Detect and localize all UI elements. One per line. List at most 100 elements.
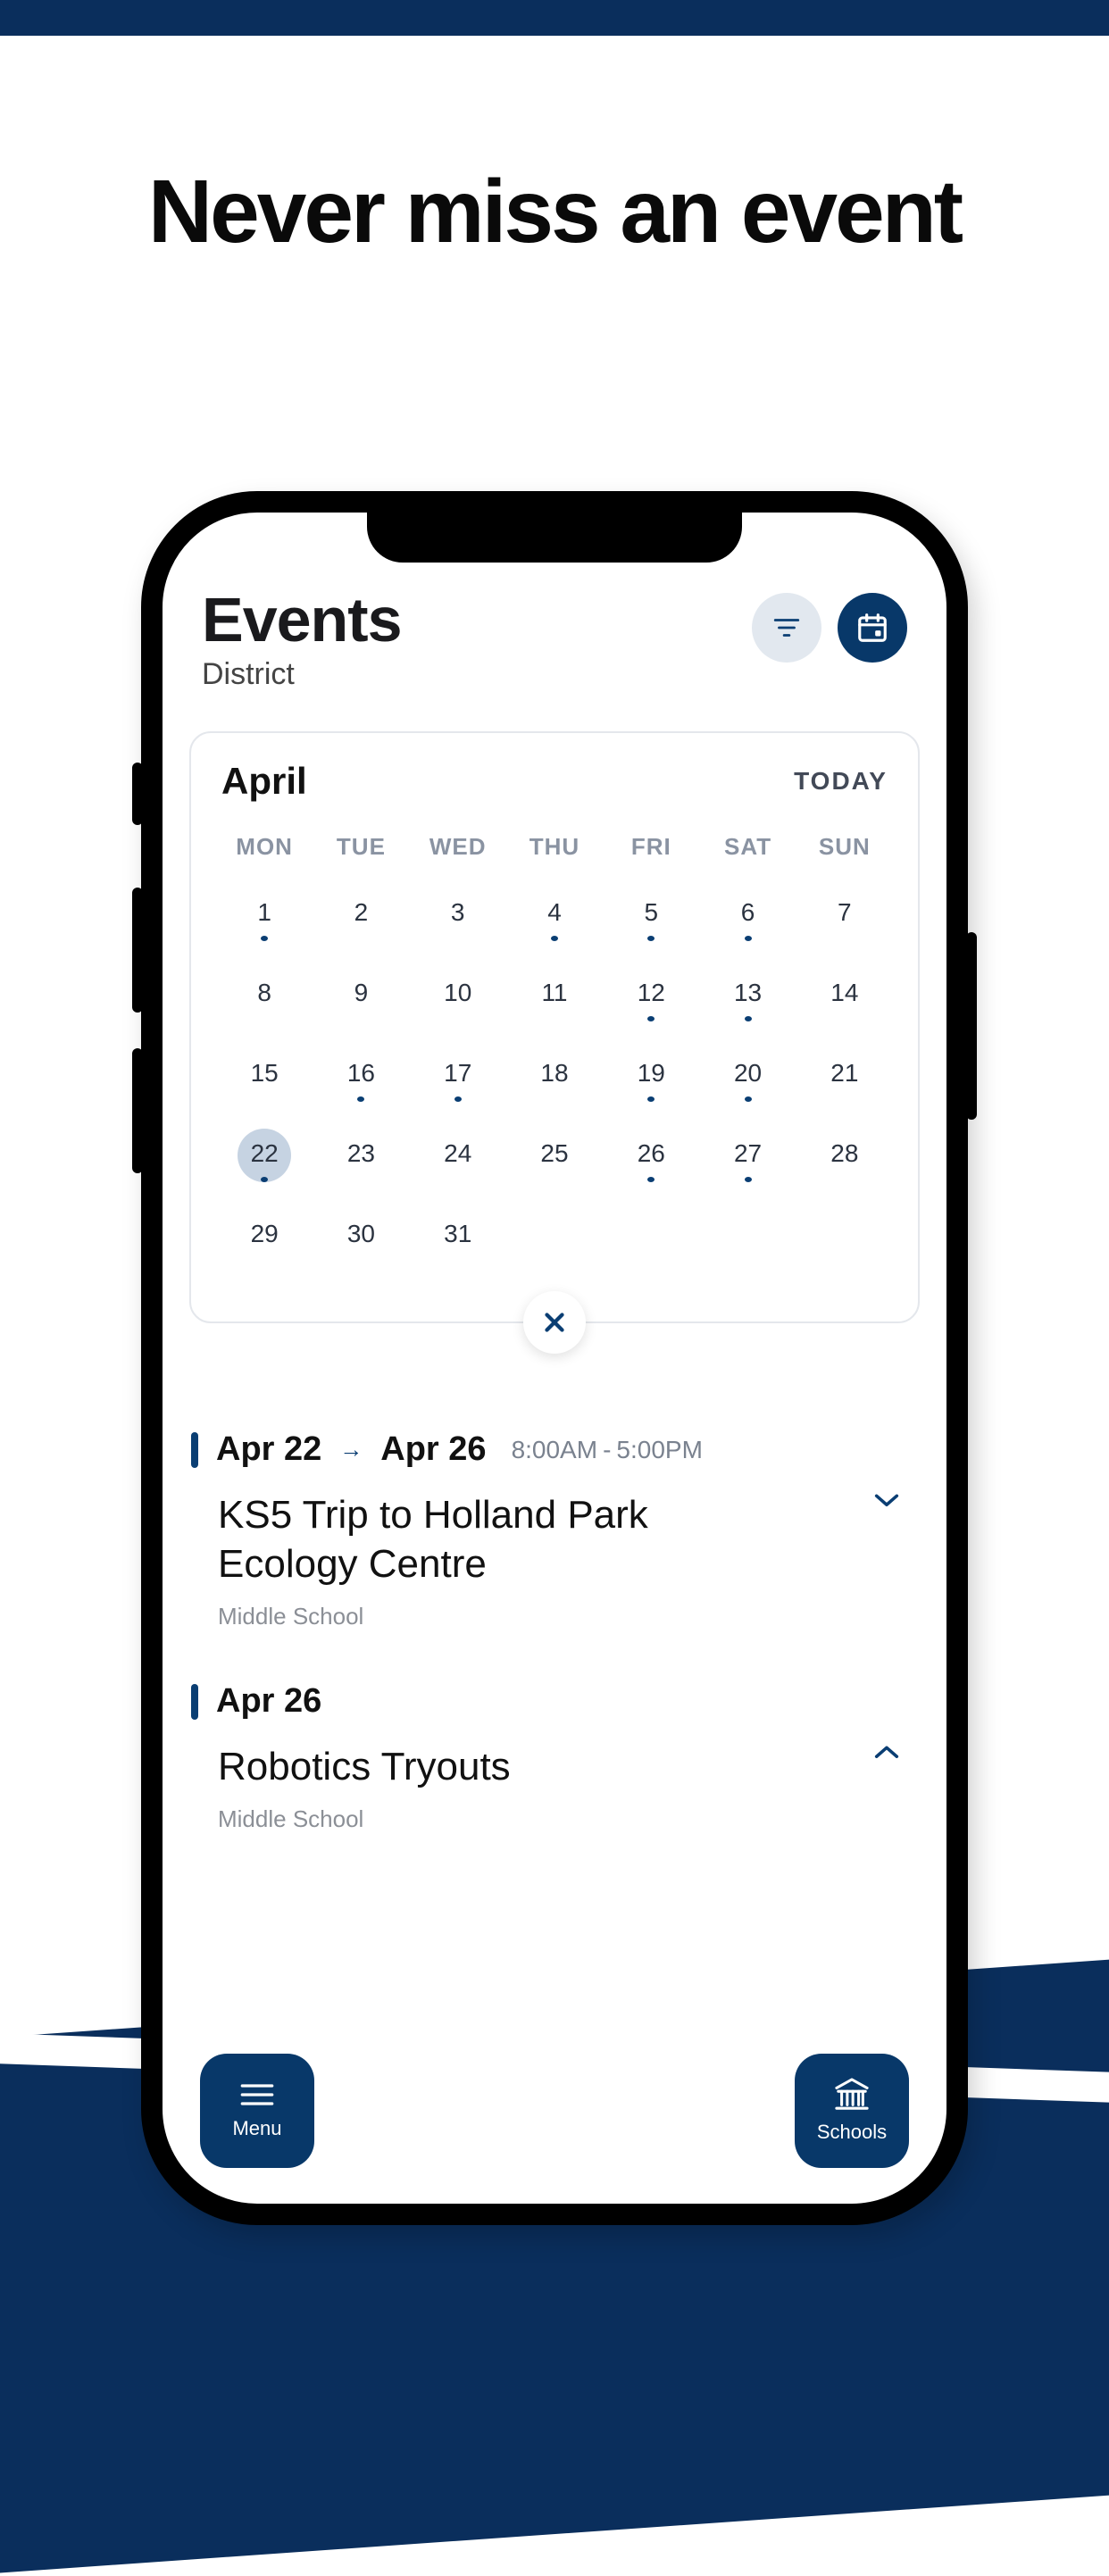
screen-header: Events District xyxy=(189,584,920,692)
calendar-day[interactable]: 2 xyxy=(313,877,409,957)
calendar-day[interactable]: 28 xyxy=(796,1118,893,1198)
calendar-day[interactable]: 25 xyxy=(506,1118,603,1198)
day-number: 7 xyxy=(838,898,852,927)
calendar-day[interactable]: 4 xyxy=(506,877,603,957)
phone-frame: Events District xyxy=(141,491,968,2225)
event-item[interactable]: Apr 22→Apr 268:00AM-5:00PMKS5 Trip to Ho… xyxy=(191,1430,918,1630)
calendar-day[interactable]: 18 xyxy=(506,1038,603,1118)
event-dot xyxy=(647,1096,655,1102)
day-number: 14 xyxy=(830,979,858,1007)
schools-button[interactable]: Schools xyxy=(795,2054,909,2168)
weekday-label: MON xyxy=(216,821,313,877)
event-dot xyxy=(261,936,268,941)
calendar-day[interactable]: 26 xyxy=(603,1118,699,1198)
event-dot xyxy=(745,1016,752,1021)
event-dot xyxy=(261,1177,268,1182)
calendar-day[interactable]: 23 xyxy=(313,1118,409,1198)
day-number: 23 xyxy=(347,1139,375,1168)
day-number: 26 xyxy=(638,1139,665,1168)
calendar-day xyxy=(699,1198,796,1279)
filter-button[interactable] xyxy=(752,593,821,663)
calendar-icon xyxy=(855,611,889,645)
event-time: 8:00AM-5:00PM xyxy=(512,1436,703,1464)
day-number: 22 xyxy=(251,1139,279,1168)
calendar-day[interactable]: 15 xyxy=(216,1038,313,1118)
chevron-down-icon[interactable] xyxy=(871,1492,902,1510)
event-dot xyxy=(647,1016,655,1021)
calendar-day[interactable]: 16 xyxy=(313,1038,409,1118)
event-date-start: Apr 22 xyxy=(216,1430,321,1469)
calendar-day xyxy=(796,1198,893,1279)
day-number: 17 xyxy=(444,1059,471,1088)
day-number: 21 xyxy=(830,1059,858,1088)
calendar-day[interactable]: 21 xyxy=(796,1038,893,1118)
menu-label: Menu xyxy=(232,2117,281,2140)
calendar-day[interactable]: 9 xyxy=(313,957,409,1038)
calendar-day[interactable]: 11 xyxy=(506,957,603,1038)
calendar-day[interactable]: 12 xyxy=(603,957,699,1038)
collapse-calendar-button[interactable] xyxy=(523,1291,586,1354)
weekday-label: FRI xyxy=(603,821,699,877)
day-number: 12 xyxy=(638,979,665,1007)
event-dot xyxy=(551,936,558,941)
calendar-day[interactable]: 27 xyxy=(699,1118,796,1198)
calendar-day[interactable]: 1 xyxy=(216,877,313,957)
calendar-day[interactable]: 31 xyxy=(410,1198,506,1279)
calendar-day[interactable]: 29 xyxy=(216,1198,313,1279)
day-number: 18 xyxy=(540,1059,568,1088)
hamburger-icon xyxy=(239,2081,275,2108)
weekday-label: TUE xyxy=(313,821,409,877)
calendar-day[interactable]: 5 xyxy=(603,877,699,957)
calendar-day xyxy=(506,1198,603,1279)
building-icon xyxy=(831,2078,872,2112)
calendar-day[interactable]: 17 xyxy=(410,1038,506,1118)
calendar-weekday-row: MONTUEWEDTHUFRISATSUN xyxy=(216,821,893,877)
day-number: 25 xyxy=(540,1139,568,1168)
calendar-day[interactable]: 24 xyxy=(410,1118,506,1198)
day-number: 27 xyxy=(734,1139,762,1168)
calendar-day[interactable]: 7 xyxy=(796,877,893,957)
event-school: Middle School xyxy=(218,1603,771,1630)
calendar-view-button[interactable] xyxy=(838,593,907,663)
calendar-day[interactable]: 6 xyxy=(699,877,796,957)
events-list: Apr 22→Apr 268:00AM-5:00PMKS5 Trip to Ho… xyxy=(189,1430,920,1833)
calendar-day[interactable]: 30 xyxy=(313,1198,409,1279)
calendar-month-label: April xyxy=(221,760,307,803)
phone-side-button xyxy=(966,932,977,1120)
calendar-day[interactable]: 3 xyxy=(410,877,506,957)
calendar-day[interactable]: 10 xyxy=(410,957,506,1038)
phone-screen: Events District xyxy=(163,513,946,2204)
day-number: 3 xyxy=(451,898,465,927)
event-school: Middle School xyxy=(218,1805,511,1833)
calendar-day[interactable]: 20 xyxy=(699,1038,796,1118)
day-number: 31 xyxy=(444,1220,471,1248)
event-accent-bar xyxy=(191,1432,198,1468)
today-button[interactable]: TODAY xyxy=(794,767,888,796)
event-dot xyxy=(745,936,752,941)
event-accent-bar xyxy=(191,1684,198,1720)
weekday-label: WED xyxy=(410,821,506,877)
schools-label: Schools xyxy=(817,2121,887,2144)
menu-button[interactable]: Menu xyxy=(200,2054,314,2168)
calendar-day[interactable]: 14 xyxy=(796,957,893,1038)
event-date-end: Apr 26 xyxy=(380,1430,486,1469)
arrow-right-icon: → xyxy=(339,1436,363,1463)
hero-section: Never miss an event xyxy=(0,161,1109,263)
chevron-up-icon[interactable] xyxy=(871,1744,902,1762)
day-number: 28 xyxy=(830,1139,858,1168)
filter-icon xyxy=(771,613,802,643)
calendar-day[interactable]: 13 xyxy=(699,957,796,1038)
event-item[interactable]: Apr 26Robotics TryoutsMiddle School xyxy=(191,1682,918,1833)
phone-side-button xyxy=(132,763,143,825)
day-number: 9 xyxy=(354,979,369,1007)
day-number: 4 xyxy=(547,898,562,927)
calendar-day[interactable]: 19 xyxy=(603,1038,699,1118)
event-dot xyxy=(745,1096,752,1102)
day-number: 15 xyxy=(251,1059,279,1088)
page-title: Events xyxy=(202,584,402,655)
calendar-day[interactable]: 8 xyxy=(216,957,313,1038)
day-number: 24 xyxy=(444,1139,471,1168)
day-number: 30 xyxy=(347,1220,375,1248)
page-subtitle: District xyxy=(202,657,402,692)
calendar-day[interactable]: 22 xyxy=(216,1118,313,1198)
